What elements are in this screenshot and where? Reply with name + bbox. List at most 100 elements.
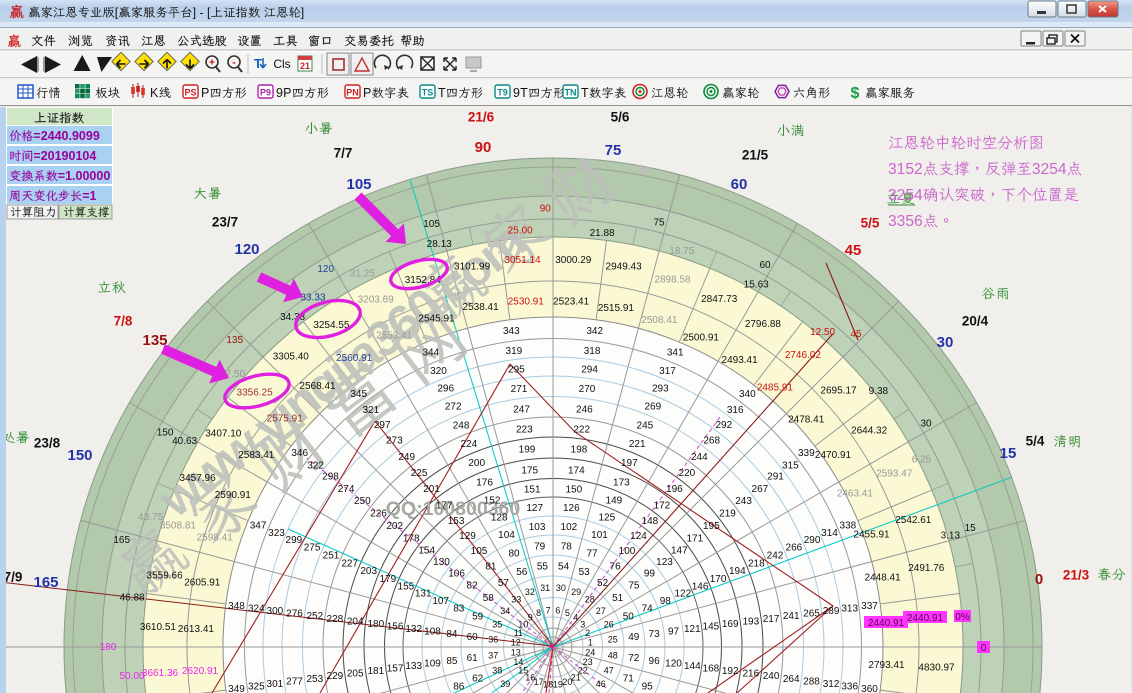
svg-text:165: 165: [113, 535, 130, 546]
svg-text:2847.73: 2847.73: [701, 294, 738, 305]
svg-text:2530.91: 2530.91: [508, 296, 545, 307]
svg-text:28: 28: [585, 595, 595, 605]
svg-text:30: 30: [920, 418, 932, 429]
svg-text:288: 288: [803, 677, 820, 688]
svg-text:61: 61: [467, 653, 479, 664]
svg-text:2620.91: 2620.91: [182, 666, 219, 677]
svg-text:2898.58: 2898.58: [654, 275, 691, 286]
svg-text:105: 105: [471, 546, 488, 557]
svg-text:179: 179: [380, 574, 397, 585]
svg-text:40.63: 40.63: [172, 436, 197, 447]
svg-text:Cls: Cls: [273, 57, 290, 71]
svg-text:151: 151: [524, 485, 541, 496]
svg-text:75: 75: [653, 217, 665, 228]
svg-text:25.00: 25.00: [508, 226, 533, 237]
svg-text:196: 196: [666, 484, 683, 495]
svg-text:15.63: 15.63: [744, 280, 769, 291]
svg-text:PN: PN: [346, 88, 359, 98]
svg-text:201: 201: [423, 484, 440, 495]
svg-text:291: 291: [767, 472, 784, 483]
svg-text:217: 217: [763, 614, 780, 625]
svg-text:204: 204: [347, 617, 364, 628]
svg-text:48: 48: [608, 650, 618, 660]
svg-text:60: 60: [759, 260, 771, 271]
svg-text:152: 152: [484, 495, 501, 506]
svg-text:9P: 9P: [276, 86, 292, 100]
svg-text:97: 97: [668, 627, 680, 638]
svg-text:275: 275: [304, 543, 321, 554]
svg-text:P: P: [201, 86, 210, 100]
svg-text:31.25: 31.25: [350, 268, 375, 279]
svg-text:168: 168: [703, 663, 720, 674]
svg-text:8: 8: [536, 608, 541, 618]
svg-text:39: 39: [500, 679, 510, 689]
svg-text:156: 156: [387, 622, 404, 633]
svg-text:271: 271: [511, 384, 528, 395]
svg-text:49: 49: [628, 632, 640, 643]
svg-text:273: 273: [386, 436, 403, 447]
svg-text:=1: =1: [82, 189, 96, 203]
svg-text:46.88: 46.88: [120, 593, 145, 604]
svg-text:57: 57: [498, 578, 510, 589]
svg-text:1: 1: [588, 638, 593, 648]
svg-text:2448.41: 2448.41: [865, 572, 902, 583]
svg-text:4: 4: [573, 613, 578, 623]
svg-text:149: 149: [606, 495, 623, 506]
svg-text:2590.91: 2590.91: [215, 490, 252, 501]
svg-text:2553.41: 2553.41: [376, 331, 413, 342]
svg-text:349: 349: [228, 684, 245, 693]
svg-text:290: 290: [804, 535, 821, 546]
svg-text:74: 74: [642, 604, 654, 615]
svg-text:T9: T9: [497, 88, 508, 98]
svg-text:28.13: 28.13: [427, 239, 452, 250]
svg-text:150: 150: [67, 447, 92, 464]
svg-text:312: 312: [823, 679, 840, 690]
svg-text:127: 127: [526, 503, 543, 514]
svg-text:23: 23: [583, 657, 593, 667]
svg-text:298: 298: [322, 472, 339, 483]
svg-text:340: 340: [739, 389, 756, 400]
svg-text:3610.51: 3610.51: [140, 622, 177, 633]
svg-text:5: 5: [565, 608, 570, 618]
svg-text:13: 13: [511, 647, 521, 657]
svg-text:36: 36: [488, 635, 498, 645]
svg-text:23/7: 23/7: [212, 215, 238, 230]
svg-text:5/6: 5/6: [611, 110, 630, 125]
svg-text:2478.41: 2478.41: [788, 415, 825, 426]
svg-text:77: 77: [586, 548, 598, 559]
svg-text:4830.97: 4830.97: [918, 663, 955, 674]
svg-text:90: 90: [540, 203, 552, 214]
svg-text:343: 343: [503, 326, 520, 337]
svg-text:96: 96: [649, 656, 661, 667]
svg-text:148: 148: [642, 516, 659, 527]
svg-text:315: 315: [782, 460, 799, 471]
svg-text:T: T: [254, 56, 262, 71]
svg-text:150: 150: [157, 428, 174, 439]
svg-text:249: 249: [398, 452, 415, 463]
svg-text:T: T: [581, 86, 589, 100]
svg-text:2542.61: 2542.61: [895, 515, 932, 526]
svg-text:90: 90: [475, 139, 492, 156]
svg-text:313: 313: [841, 603, 858, 614]
svg-text:205: 205: [347, 669, 364, 680]
svg-text:297: 297: [374, 420, 391, 431]
svg-text:2644.32: 2644.32: [851, 425, 888, 436]
svg-text:253: 253: [306, 674, 323, 685]
svg-text:6.25: 6.25: [912, 455, 932, 466]
svg-text:120: 120: [317, 264, 334, 275]
svg-text:95: 95: [642, 682, 654, 693]
svg-text:30: 30: [937, 334, 954, 351]
svg-text:178: 178: [403, 534, 420, 545]
svg-text:264: 264: [783, 674, 800, 685]
svg-text:+: +: [209, 58, 215, 69]
svg-text:102: 102: [561, 522, 578, 533]
svg-text:109: 109: [424, 658, 441, 669]
svg-text:180: 180: [100, 642, 117, 653]
svg-text:72: 72: [628, 653, 640, 664]
svg-text:PS: PS: [184, 88, 196, 98]
svg-text:3: 3: [580, 620, 585, 630]
svg-text:18.75: 18.75: [669, 246, 694, 257]
svg-text:3.13: 3.13: [941, 531, 961, 542]
svg-text:2598.41: 2598.41: [197, 533, 234, 544]
svg-text:289: 289: [823, 606, 840, 617]
